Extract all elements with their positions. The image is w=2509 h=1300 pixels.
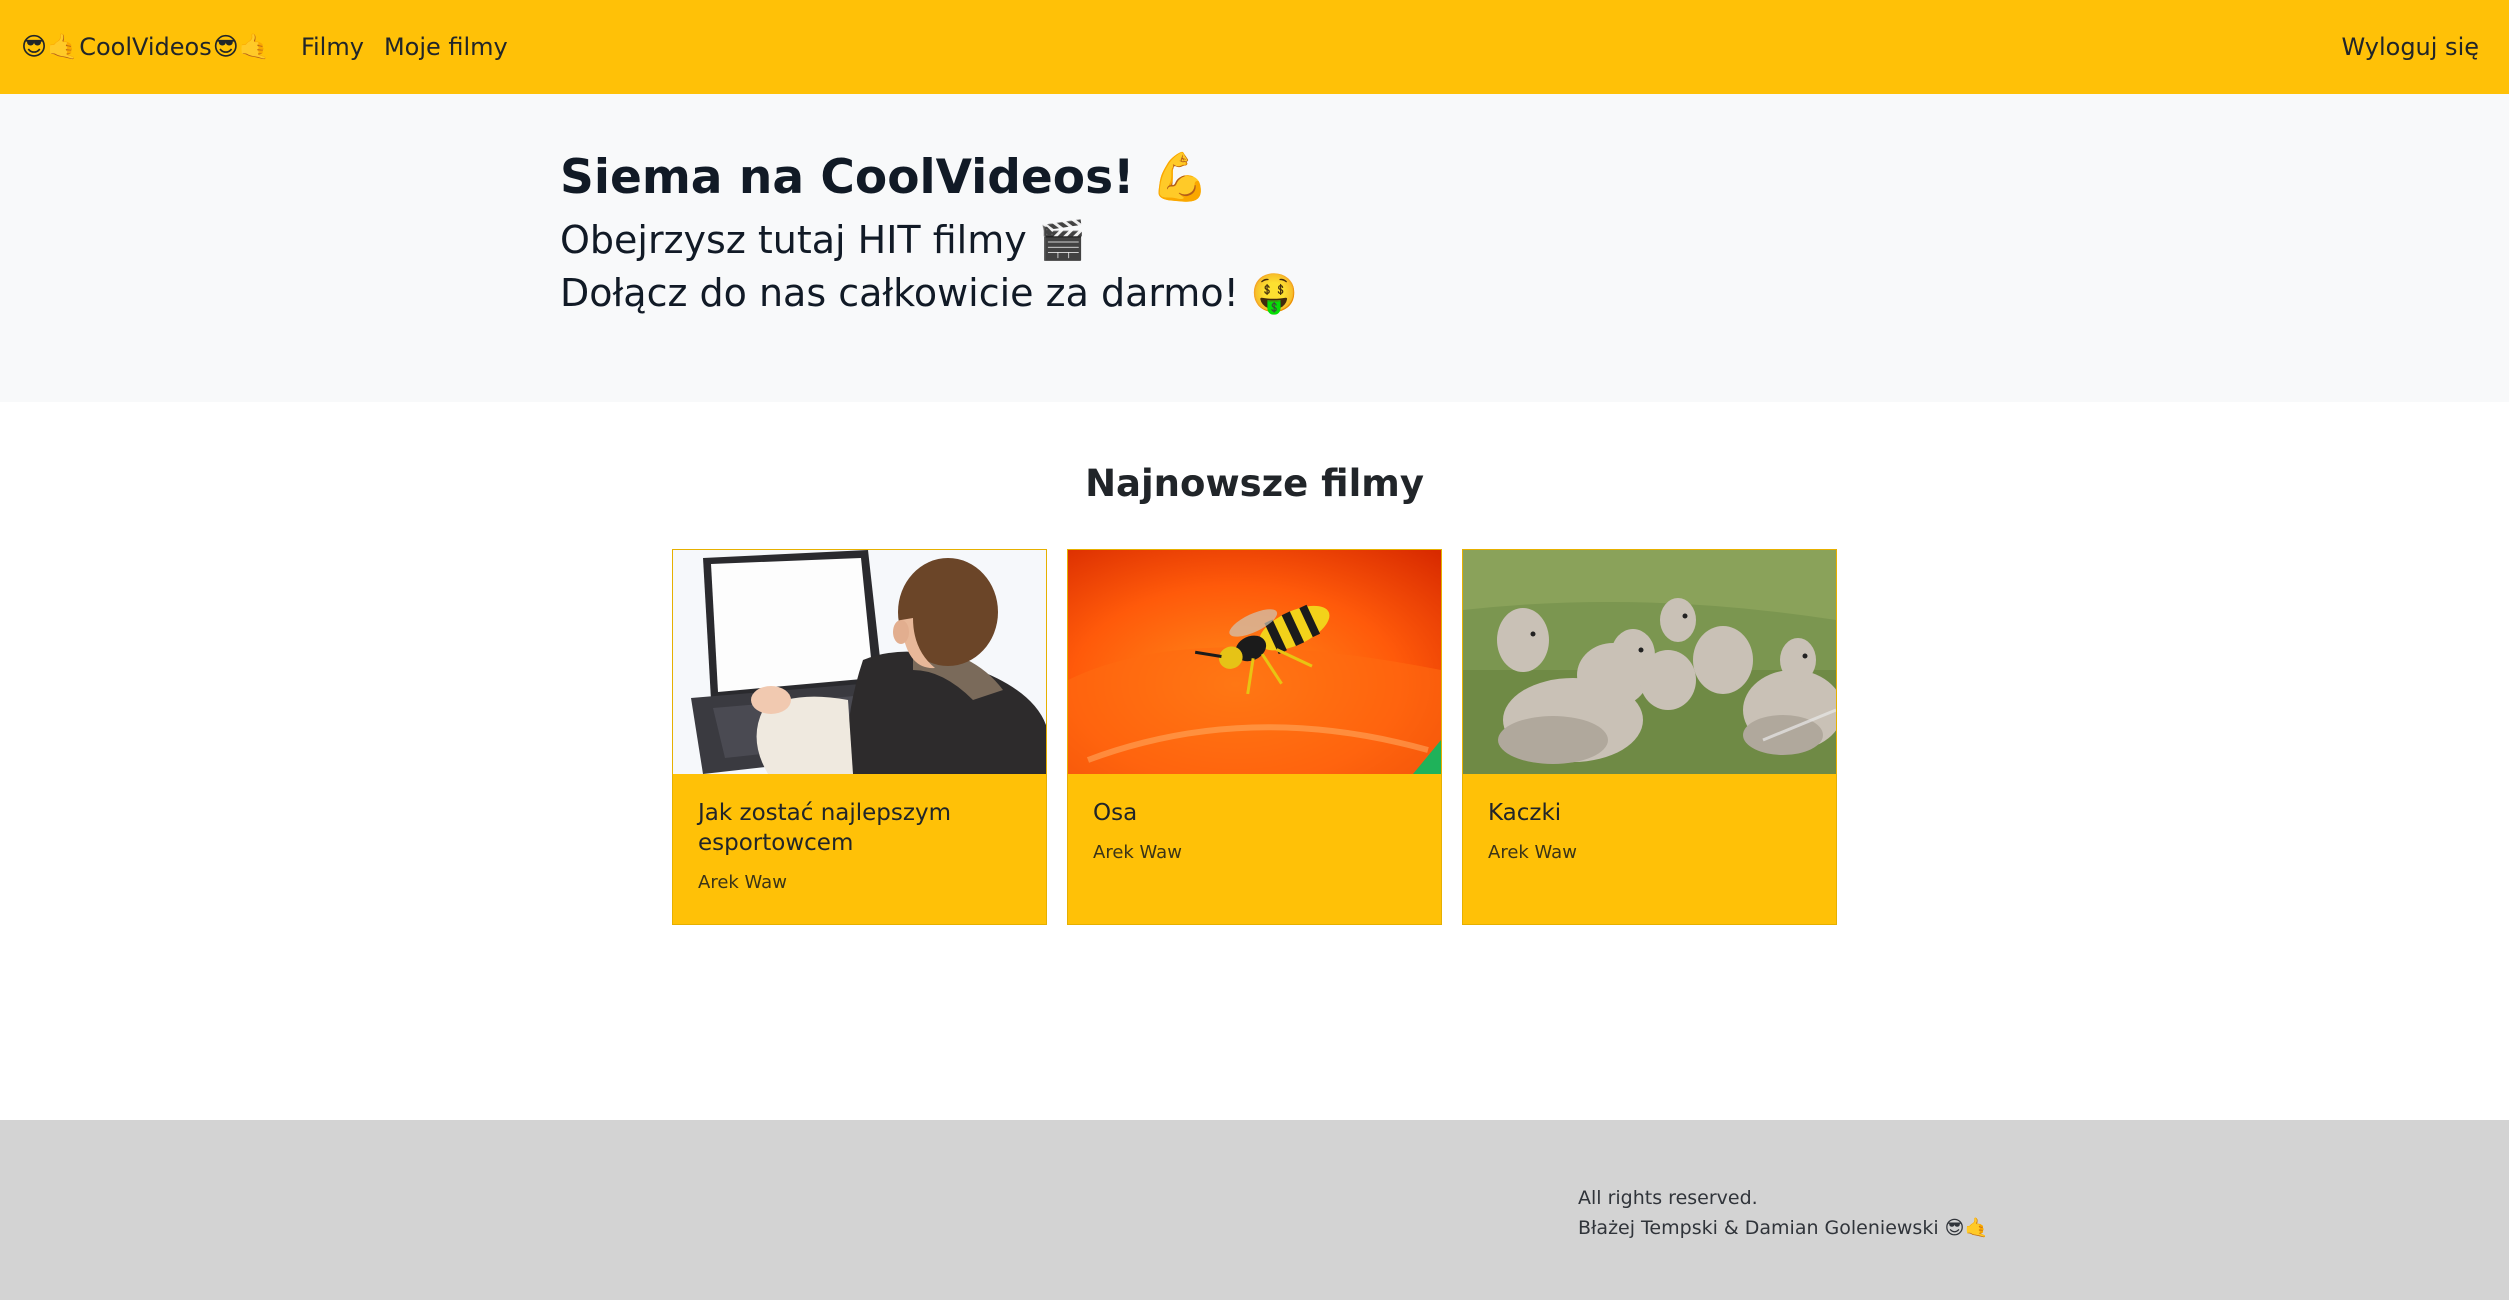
sunglasses-call-me-emoji-icon: 😎🤙 (212, 32, 270, 61)
footer-rights: All rights reserved. (1578, 1187, 1758, 1209)
video-card-body: Osa Arek Waw (1093, 798, 1421, 863)
brand-name: CoolVideos (79, 33, 212, 61)
footer-authors: Błażej Tempski & Damian Goleniewski (1578, 1217, 1939, 1239)
video-thumbnail-wasp (1068, 550, 1441, 774)
video-author: Arek Waw (1488, 842, 1577, 863)
hero-title: Siema na CoolVideos! 💪 (560, 152, 1298, 204)
nav-link-filmy[interactable]: Filmy (301, 33, 364, 61)
logout-link[interactable]: Wyloguj się (2341, 33, 2479, 61)
hero-tagline-1: Obejrzysz tutaj HIT filmy 🎬 (560, 214, 1298, 267)
hero-tagline-2: Dołącz do nas całkowicie za darmo! 🤑 (560, 267, 1298, 320)
flexed-biceps-icon: 💪 (1150, 150, 1210, 205)
hero-content: Siema na CoolVideos! 💪 Obejrzysz tutaj H… (560, 152, 1298, 320)
video-card[interactable]: Jak zostać najlepszym esportowcem Arek W… (672, 549, 1047, 925)
footer-authors-line: Błażej Tempski & Damian Goleniewski 😎🤙 (1578, 1213, 1988, 1243)
video-thumbnail-ducklings (1463, 550, 1836, 774)
video-card[interactable]: Osa Arek Waw (1067, 549, 1442, 925)
video-title[interactable]: Kaczki (1488, 798, 1816, 828)
hero-tagline-2-text: Dołącz do nas całkowicie za darmo! (560, 270, 1239, 315)
money-mouth-face-icon: 🤑 (1250, 270, 1299, 315)
brand-link[interactable]: 😎🤙 CoolVideos 😎🤙 (20, 32, 271, 62)
top-navbar: 😎🤙 CoolVideos 😎🤙 Filmy Moje filmy Wylogu… (0, 0, 2509, 94)
footer-content: All rights reserved. Błażej Tempski & Da… (1578, 1183, 1988, 1243)
video-card-body: Kaczki Arek Waw (1488, 798, 1816, 863)
sunglasses-call-me-emoji-icon: 😎🤙 (21, 32, 79, 61)
video-title[interactable]: Jak zostać najlepszym esportowcem (698, 798, 1026, 858)
video-author: Arek Waw (1093, 842, 1182, 863)
video-thumbnail-boy-on-laptop (673, 550, 1046, 774)
video-title[interactable]: Osa (1093, 798, 1421, 828)
video-card-body: Jak zostać najlepszym esportowcem Arek W… (698, 798, 1026, 893)
video-author: Arek Waw (698, 872, 787, 893)
sunglasses-call-me-emoji-icon: 😎🤙 (1944, 1217, 1989, 1239)
page-footer: All rights reserved. Błażej Tempski & Da… (0, 1120, 2509, 1300)
hero-tagline-1-text: Obejrzysz tutaj HIT filmy (560, 217, 1027, 262)
nav-link-moje-filmy[interactable]: Moje filmy (384, 33, 508, 61)
hero-banner: Siema na CoolVideos! 💪 Obejrzysz tutaj H… (0, 94, 2509, 402)
video-card[interactable]: Kaczki Arek Waw (1462, 549, 1837, 925)
clapper-board-icon: 🎬 (1038, 217, 1087, 262)
hero-title-text: Siema na CoolVideos! (560, 150, 1135, 205)
latest-videos-heading: Najnowsze filmy (1085, 462, 1424, 505)
